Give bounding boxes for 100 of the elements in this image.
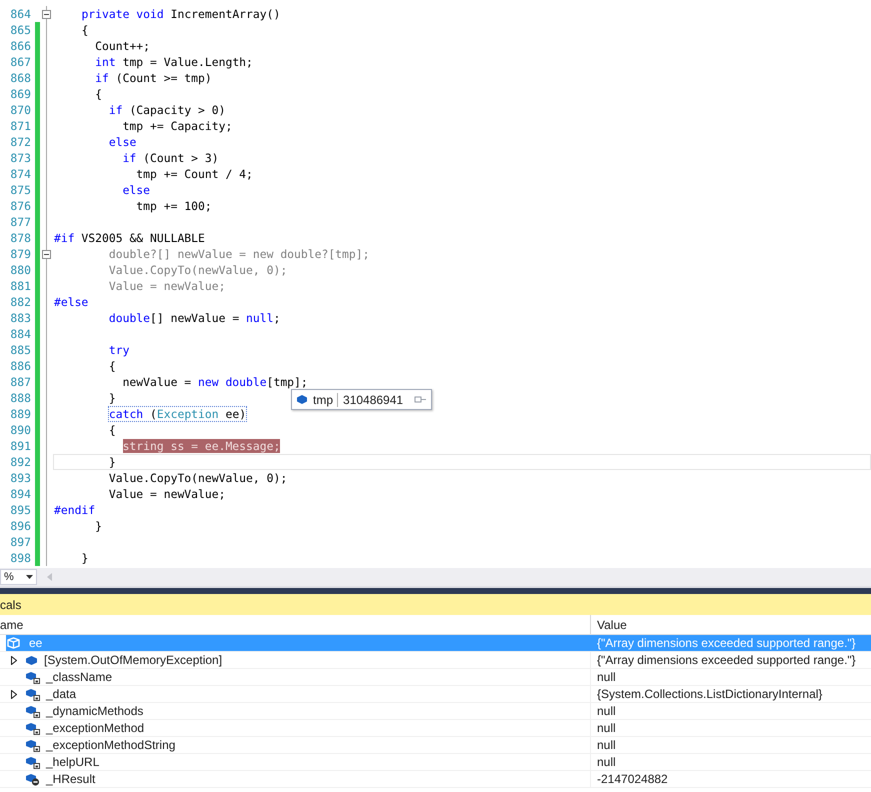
code-line: } xyxy=(108,391,116,405)
code-line: if (Capacity > 0) xyxy=(108,103,226,117)
variable-value: null xyxy=(597,738,616,752)
line-number: 880 xyxy=(9,262,31,278)
line-number: 879 xyxy=(9,246,31,262)
code-line: #else xyxy=(54,295,88,309)
line-number: 887 xyxy=(9,374,31,390)
variable-value: null xyxy=(597,670,616,684)
line-number: 893 xyxy=(9,470,31,486)
code-line: Value = newValue; xyxy=(108,487,226,501)
variable-name: _helpURL xyxy=(46,755,100,769)
caret-icon xyxy=(26,575,33,579)
data-tip-value: 310486941 xyxy=(343,392,404,406)
code-line: double[] newValue = null; xyxy=(108,311,280,325)
line-number: 878 xyxy=(9,230,31,246)
line-number: 874 xyxy=(9,166,31,182)
code-line: if (Count > 3) xyxy=(122,151,219,165)
line-number: 894 xyxy=(9,486,31,502)
line-number: 867 xyxy=(9,54,31,70)
code-line: { xyxy=(95,87,102,101)
zoom-dropdown[interactable]: % xyxy=(0,569,37,585)
variable-name: _exceptionMethod xyxy=(46,721,144,735)
blocked-field-icon xyxy=(25,772,40,786)
line-number: 866 xyxy=(9,38,31,54)
line-number: 875 xyxy=(9,182,31,198)
code-line: tmp += Capacity; xyxy=(122,119,232,133)
code-line: { xyxy=(81,23,88,37)
locked-field-icon xyxy=(25,738,40,752)
locked-field-icon xyxy=(25,722,40,734)
locked-field-icon xyxy=(25,670,40,684)
locals-row[interactable]: _data {System.Collections.ListDictionaryInternal} xyxy=(0,686,871,703)
line-number: 885 xyxy=(9,342,31,358)
code-line: try xyxy=(108,343,130,357)
locked-field-icon xyxy=(25,704,40,718)
line-number: 892 xyxy=(9,454,31,470)
locals-row[interactable]: _dynamicMethods null xyxy=(0,703,871,720)
column-header[interactable]: ame xyxy=(0,618,24,632)
line-number: 868 xyxy=(9,70,31,86)
variable-name: _HResult xyxy=(46,772,96,786)
code-line: else xyxy=(108,135,136,149)
variable-name: _data xyxy=(46,687,76,701)
code-line: #if VS2005 && NULLABLE xyxy=(54,231,205,245)
variable-name: [System.OutOfMemoryException] xyxy=(44,653,222,667)
code-line: if (Count >= tmp) xyxy=(95,71,212,85)
code-line: catch (Exception ee) xyxy=(108,407,246,421)
line-number: 883 xyxy=(9,310,31,326)
line-number: 890 xyxy=(9,422,31,438)
line-number: 898 xyxy=(9,550,31,566)
collapse-icon[interactable] xyxy=(42,10,50,18)
pin-icon[interactable] xyxy=(414,395,428,404)
code-line: Count++; xyxy=(95,39,150,53)
variable-value: null xyxy=(597,721,616,735)
locked-field-icon xyxy=(25,688,40,700)
line-number: 869 xyxy=(9,86,31,102)
code-line: } xyxy=(108,455,116,469)
locals-row[interactable]: _exceptionMethod null xyxy=(0,720,871,737)
variable-name: _className xyxy=(46,670,112,684)
code-line: #endif xyxy=(54,503,96,517)
line-number: 872 xyxy=(9,134,31,150)
variable-value: null xyxy=(597,704,616,718)
data-tip-name: tmp xyxy=(313,392,338,406)
variable-name: _exceptionMethodString xyxy=(46,738,176,752)
line-number: 896 xyxy=(9,518,31,534)
line-number: 871 xyxy=(9,118,31,134)
line-number: 873 xyxy=(9,150,31,166)
line-number: 881 xyxy=(9,278,31,294)
line-number: 888 xyxy=(9,390,31,406)
code-line: int tmp = Value.Length; xyxy=(95,55,253,69)
expand-triangle-icon[interactable] xyxy=(11,690,17,698)
expand-triangle-icon[interactable] xyxy=(11,656,17,664)
code-line: private void IncrementArray() xyxy=(81,7,280,21)
code-line: { xyxy=(108,359,116,373)
variable-value: {"Array dimensions exceeded supported range."} xyxy=(597,636,856,650)
collapse-icon[interactable] xyxy=(42,250,50,258)
variable-value: {System.Collections.ListDictionaryInternal} xyxy=(597,687,822,701)
line-number: 876 xyxy=(9,198,31,214)
variable-name: _dynamicMethods xyxy=(46,704,144,718)
variable-name: ee xyxy=(29,636,42,650)
code-line: } xyxy=(81,551,88,565)
locals-row[interactable]: _HResult -2147024882 xyxy=(0,771,871,788)
code-line: { xyxy=(108,423,116,437)
locals-row[interactable]: [System.OutOfMemoryException] {"Array dimensions exceeded supported range."} xyxy=(0,652,871,669)
code-line: else xyxy=(122,183,150,197)
variable-icon xyxy=(7,637,20,649)
locals-row[interactable]: _exceptionMethodString null xyxy=(0,737,871,754)
variable-value: -2147024882 xyxy=(597,772,668,786)
code-line: tmp += 100; xyxy=(136,199,212,213)
code-line: Value = newValue; xyxy=(108,279,226,293)
line-number: 884 xyxy=(9,326,31,342)
panel-title: cals xyxy=(0,598,22,612)
locals-row[interactable]: _className null xyxy=(0,669,871,686)
line-number: 891 xyxy=(9,438,31,454)
line-number: 870 xyxy=(9,102,31,118)
line-number: 889 xyxy=(9,406,31,422)
column-header[interactable]: Value xyxy=(597,618,627,632)
line-number: 865 xyxy=(9,22,31,38)
line-number: 864 xyxy=(9,6,31,22)
line-number: 897 xyxy=(9,534,31,550)
line-number: 882 xyxy=(9,294,31,310)
locals-row[interactable]: _helpURL null xyxy=(0,754,871,771)
